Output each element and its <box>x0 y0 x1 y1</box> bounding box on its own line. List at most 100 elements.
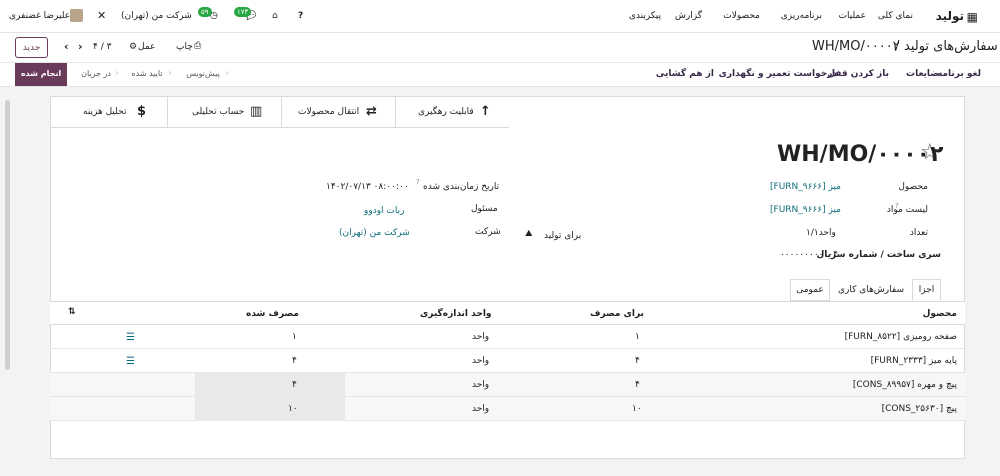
traceability-button[interactable]: ↑ قابلیت رهگیری <box>395 97 509 128</box>
readonly-cell-bg <box>195 373 345 397</box>
row-consumed[interactable]: ۱۰ <box>288 404 298 414</box>
row-product[interactable]: [FURN_۲۳۳۳] پایه میز <box>871 356 957 366</box>
arrow-up-icon: ↑ <box>480 104 491 119</box>
stage-confirmed[interactable]: تایید شده <box>122 63 172 86</box>
components-table-header: محصول برای مصرف واحد اندازه‌گیری مصرف شد… <box>50 301 965 325</box>
bar-chart-icon: ▥ <box>250 104 263 119</box>
to-produce-icon[interactable]: ⛰ <box>525 229 533 239</box>
company-label: شرکت <box>475 227 501 237</box>
table-row[interactable]: [CONS_۸۹۹۵۷] پیچ و مهره ۴ واحد ۴ <box>50 373 965 397</box>
row-to-consume[interactable]: ۱ <box>635 332 640 342</box>
product-field[interactable]: [FURN_۹۶۶۶] میز <box>770 182 841 192</box>
table-row[interactable]: [FURN_۸۵۲۲] صفحه رومیزی ۱ واحد ۱ ☰ <box>50 325 965 349</box>
maintenance-request-button[interactable]: درخواست تعمیر و نگهداری <box>719 69 837 79</box>
row-uom[interactable]: واحد <box>472 380 489 390</box>
stage-separator: › <box>225 68 229 79</box>
menu-configuration[interactable]: پیکربندی <box>629 11 661 21</box>
help-icon[interactable]: ? <box>298 11 303 21</box>
company-switcher[interactable]: شرکت من (تهران) <box>121 11 192 21</box>
company-field[interactable]: شرکت من (تهران) <box>339 228 410 238</box>
scrap-button[interactable]: ضایعات <box>906 69 939 79</box>
breadcrumb-current: WH/MO/۰۰۰۰۲ <box>812 39 900 54</box>
row-consumed[interactable]: ۱ <box>292 332 297 342</box>
bom-label: لیست مواد <box>886 205 928 215</box>
top-navbar: ▦ تولید نمای کلی عملیات برنامه‌ریزی محصو… <box>0 0 1000 33</box>
quantity-label: تعداد <box>909 228 928 238</box>
stage-separator: › <box>115 68 119 79</box>
control-panel: جدید ‹ › ۴ / ۳ ⚙ عمل ⎙ چاپ WH/MO/۰۰۰۰۲ /… <box>0 33 1000 63</box>
stage-separator: › <box>168 68 172 79</box>
gear-icon[interactable]: ⚙ <box>129 42 137 52</box>
responsible-field[interactable]: ربات اودوو <box>364 206 404 216</box>
row-consumed[interactable]: ۴ <box>292 356 297 366</box>
menu-planning[interactable]: برنامه‌ریزی <box>781 11 822 21</box>
responsible-label: مسئول <box>471 204 498 214</box>
row-to-consume[interactable]: ۴ <box>635 380 640 390</box>
scheduled-date-field[interactable]: ۱۴۰۲/۰۷/۱۳ ۰۸:۰۰:۰۰ <box>326 182 409 192</box>
breadcrumb-parent[interactable]: سفارش‌های تولید <box>904 39 998 54</box>
table-row[interactable]: [FURN_۲۳۳۳] پایه میز ۴ واحد ۴ ☰ <box>50 349 965 373</box>
breadcrumb-sep: / <box>895 39 900 54</box>
user-name[interactable]: علیرضا غضنفری <box>9 11 70 21</box>
lot-field[interactable]: ۰۰۰۰۰۰۰۰۰۰۰۴ <box>780 250 838 260</box>
tools-icon[interactable]: ✕ <box>97 9 106 22</box>
row-to-consume[interactable]: ۴ <box>635 356 640 366</box>
col-product[interactable]: محصول <box>923 309 957 319</box>
app-name[interactable]: تولید <box>936 9 964 23</box>
table-row[interactable]: [CONS_۲۵۶۳۰] پیچ ۱۰ واحد ۱۰ <box>50 397 965 421</box>
row-product[interactable]: [FURN_۸۵۲۲] صفحه رومیزی <box>845 332 957 342</box>
tab-general[interactable]: عمومی <box>790 279 830 301</box>
analytic-account-button[interactable]: ▥ حساب تحلیلی <box>167 97 281 128</box>
cancel-plan-button[interactable]: لغو برنامه <box>937 69 981 79</box>
row-product[interactable]: [CONS_۲۵۶۳۰] پیچ <box>882 404 957 414</box>
stage-in-progress[interactable]: در جریان <box>72 63 120 86</box>
detailed-operations-icon[interactable]: ☰ <box>126 332 135 343</box>
stage-draft[interactable]: پیش‌نویس <box>178 63 228 86</box>
row-product[interactable]: [CONS_۸۹۹۵۷] پیچ و مهره <box>853 380 957 390</box>
tab-components[interactable]: اجزا <box>912 279 941 301</box>
readonly-cell-bg <box>195 397 345 421</box>
action-menu[interactable]: عمل <box>138 42 155 52</box>
detailed-operations-icon[interactable]: ☰ <box>126 356 135 367</box>
column-settings-icon[interactable]: ⇅ <box>68 307 76 317</box>
unbuild-button[interactable]: از هم گشایی <box>656 69 714 79</box>
col-uom[interactable]: واحد اندازه‌گیری <box>420 309 492 319</box>
row-uom[interactable]: واحد <box>472 356 489 366</box>
to-produce-label: برای تولید <box>544 231 582 241</box>
menu-overview[interactable]: نمای کلی <box>878 11 913 21</box>
col-consumed[interactable]: مصرف شده <box>246 309 299 319</box>
print-icon[interactable]: ⎙ <box>194 41 201 51</box>
row-uom[interactable]: واحد <box>472 404 489 414</box>
row-consumed[interactable]: ۴ <box>292 380 297 390</box>
pager-value[interactable]: ۴ / ۳ <box>93 42 111 52</box>
menu-products[interactable]: محصولات <box>723 11 760 21</box>
apps-store-icon[interactable]: ⌂ <box>272 11 278 21</box>
menu-reporting[interactable]: گزارش <box>675 11 702 21</box>
messages-badge: ۱۷۳ <box>234 7 252 17</box>
exchange-icon: ⇄ <box>366 104 377 119</box>
row-to-consume[interactable]: ۱۰ <box>632 404 642 414</box>
print-menu[interactable]: چاپ <box>176 42 193 52</box>
activity-badge: ۵۹ <box>198 7 212 17</box>
scheduled-date-help-icon: ? <box>416 178 420 186</box>
new-button[interactable]: جدید <box>15 37 48 58</box>
product-label: محصول <box>898 182 928 192</box>
quantity-field[interactable]: ۱/۱واحد <box>806 228 836 238</box>
col-to-consume[interactable]: برای مصرف <box>590 309 644 319</box>
tab-work-orders[interactable]: سفارش‌های کاری <box>830 279 912 301</box>
avatar[interactable] <box>70 9 83 22</box>
cost-analysis-button[interactable]: $ تحلیل هزینه <box>51 97 167 128</box>
row-uom[interactable]: واحد <box>472 332 489 342</box>
scrollbar[interactable] <box>5 100 10 370</box>
pager-next-icon[interactable]: › <box>78 40 83 53</box>
pager-prev-icon[interactable]: ‹ <box>64 40 69 53</box>
bom-help-icon: ? <box>895 202 899 210</box>
scheduled-date-label: تاریخ زمان‌بندی شده <box>423 182 500 192</box>
apps-grid-icon[interactable]: ▦ <box>967 10 978 24</box>
bom-field[interactable]: [FURN_۹۶۶۶] میز <box>770 205 841 215</box>
dollar-icon: $ <box>137 104 147 119</box>
menu-operations[interactable]: عملیات <box>839 11 866 21</box>
product-moves-button[interactable]: ⇄ انتقال محصولات <box>281 97 395 128</box>
stage-done[interactable]: انجام شده <box>15 63 67 86</box>
status-row: لغو برنامه ضایعات باز کردن قفل درخواست ت… <box>0 63 1000 87</box>
